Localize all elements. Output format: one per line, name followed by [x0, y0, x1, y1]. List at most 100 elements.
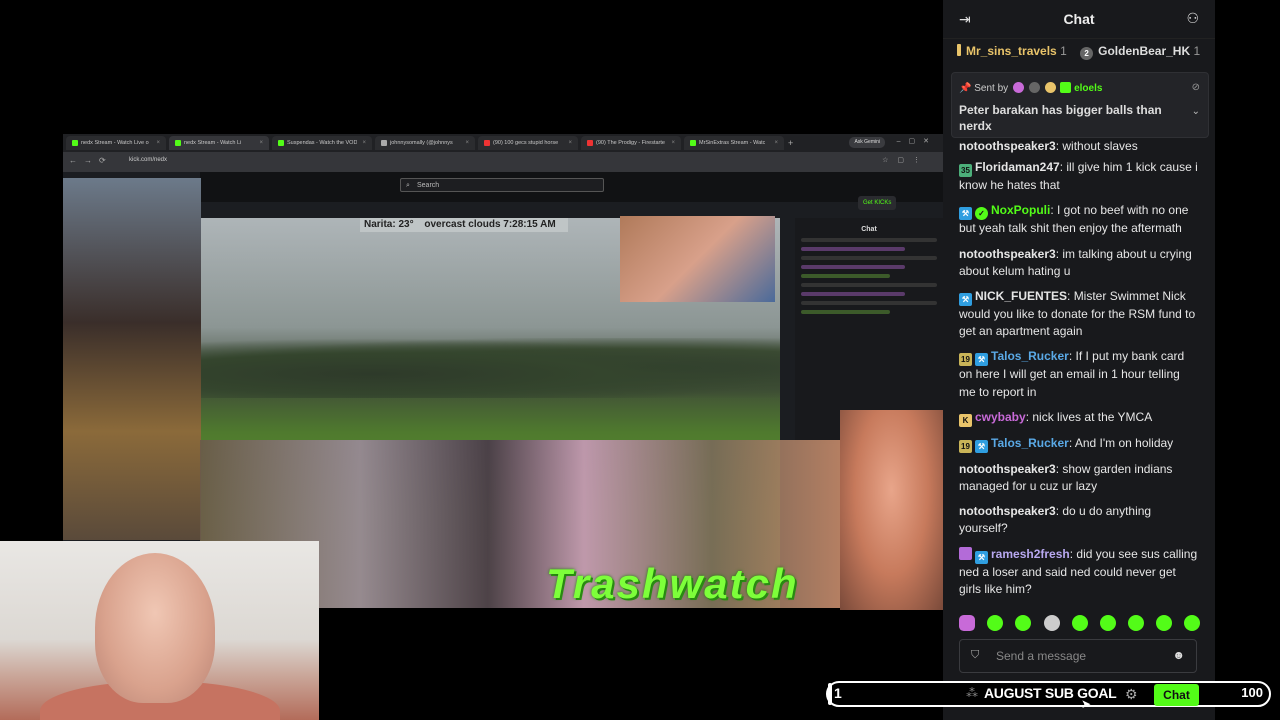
- gifter-name: GoldenBear_HK: [1098, 44, 1191, 58]
- mod-badge-icon: ⚒: [975, 353, 988, 367]
- emote-icon[interactable]: [1128, 615, 1145, 632]
- sub-badge-icon: 35: [959, 164, 972, 178]
- sub19-badge-icon: 19: [959, 353, 972, 367]
- rank-two-badge-icon: 2: [1080, 47, 1094, 60]
- ask-gemini-button[interactable]: Ask Gemini: [849, 137, 885, 148]
- mouse-cursor-icon: ➤: [1081, 697, 1092, 711]
- mod-badge-icon: ⚒: [959, 293, 972, 307]
- chat-username[interactable]: Floridaman247: [975, 160, 1060, 174]
- emote-icon[interactable]: [1099, 615, 1116, 632]
- chat-message: notoothspeaker3: without slaves: [959, 138, 1199, 155]
- browser-tab[interactable]: nedx Stream - Watch Li ×: [169, 136, 269, 150]
- chat-message-list: notoothspeaker3: without slaves 35 Florida…: [959, 138, 1199, 606]
- ver-badge-icon: ✓: [975, 207, 988, 221]
- close-tab-icon[interactable]: ×: [671, 140, 675, 146]
- emote-icon[interactable]: [987, 615, 1004, 632]
- pinned-sender-name[interactable]: eloels: [1074, 83, 1102, 94]
- embedded-chat-line: [801, 256, 937, 260]
- emote-icon[interactable]: [1015, 615, 1032, 632]
- kick-search-input[interactable]: ⌕ Search: [400, 178, 604, 192]
- pinned-message[interactable]: 📌 Sent by eloels ⊘ Peter barakan has big…: [951, 72, 1209, 138]
- embedded-chat-line: [801, 292, 905, 296]
- mod-badge-icon: ⚒: [959, 207, 972, 221]
- close-tab-icon[interactable]: ×: [568, 140, 572, 146]
- emote-icon[interactable]: [1071, 615, 1088, 632]
- chat-username[interactable]: cwybaby: [975, 410, 1026, 424]
- chat-message: ⚒ ✓ NoxPopuli: I got no beef with no one b…: [959, 202, 1199, 237]
- hide-pinned-icon[interactable]: ⊘: [1192, 82, 1200, 93]
- browser-toolbar-icons[interactable]: ☆▢⋮: [882, 156, 929, 164]
- chat-users-icon[interactable]: ⚇: [1186, 10, 1199, 27]
- browser-tab[interactable]: johnnysomally (@johnnys ×: [375, 136, 475, 150]
- emote-icon[interactable]: [959, 615, 975, 632]
- embedded-chat-line: [801, 274, 890, 278]
- paw-icon: ⁂: [966, 686, 978, 700]
- window-controls[interactable]: –▢✕: [897, 137, 937, 145]
- chat-username[interactable]: ramesh2fresh: [991, 547, 1070, 561]
- url-field[interactable]: kick.com/nedx: [129, 157, 167, 163]
- message-input[interactable]: [996, 648, 1166, 664]
- search-icon: ⌕: [406, 182, 410, 189]
- sub-goal-progress-fill: [828, 683, 832, 705]
- chat-username[interactable]: NICK_FUENTES: [975, 289, 1067, 303]
- gear-icon[interactable]: ⚙: [1125, 686, 1138, 703]
- browser-tab[interactable]: (90) 100 gecs stupid horse ×: [478, 136, 578, 150]
- username-separator: :: [1067, 289, 1074, 304]
- kick-top-bar: ⌕ Search: [200, 172, 943, 202]
- chat-username[interactable]: notoothspeaker3: [959, 504, 1056, 518]
- chat-username[interactable]: Talos_Rucker: [991, 349, 1069, 363]
- close-tab-icon[interactable]: ×: [774, 140, 778, 146]
- close-tab-icon[interactable]: ×: [259, 140, 263, 146]
- gifter-entry[interactable]: 2 GoldenBear_HK 1: [1080, 44, 1200, 60]
- x-favicon-icon: [381, 140, 387, 146]
- leader-bar-icon: [957, 44, 961, 56]
- browser-tab[interactable]: nedx Stream - Watch Live o ×: [66, 136, 166, 150]
- chat-message-text: without slaves: [1062, 139, 1138, 153]
- chat-username[interactable]: notoothspeaker3: [959, 139, 1056, 153]
- chat-username[interactable]: notoothspeaker3: [959, 462, 1056, 476]
- browser-tab-label: (90) The Prodigy - Firestarte: [596, 140, 665, 146]
- chat-username[interactable]: Talos_Rucker: [991, 436, 1069, 450]
- embedded-chat-line: [801, 310, 890, 314]
- send-chat-button[interactable]: Chat: [1154, 684, 1199, 706]
- gifter-entry[interactable]: Mr_sins_travels 1: [957, 44, 1067, 58]
- chat-message: ⚒ ramesh2fresh: did you see sus calling n…: [959, 546, 1199, 598]
- gifter-count: 1: [1193, 44, 1201, 58]
- browser-tab-label: nedx Stream - Watch Live o: [81, 140, 149, 146]
- kik-badge-icon: K: [959, 413, 972, 427]
- pinned-sender-row: 📌 Sent by eloels: [959, 82, 1102, 94]
- sub-goal-title: AUGUST SUB GOAL: [984, 685, 1117, 701]
- emote-icon[interactable]: [1043, 615, 1060, 632]
- chat-username[interactable]: notoothspeaker3: [959, 247, 1056, 261]
- chat-message: 19 ⚒ Talos_Rucker: If I put my bank card o…: [959, 348, 1199, 400]
- webcam-person: [95, 553, 215, 703]
- emoji-picker-icon[interactable]: ☻: [1172, 648, 1185, 662]
- embedded-chat-line: [801, 247, 905, 251]
- chat-title: Chat: [1063, 11, 1095, 27]
- pinned-message-text: Peter barakan has bigger balls than nerd…: [959, 103, 1162, 133]
- close-tab-icon[interactable]: ×: [465, 140, 469, 146]
- sub-goal-bar: 1 ⁂ AUGUST SUB GOAL 100: [826, 681, 1271, 707]
- emote-icon[interactable]: [1184, 615, 1201, 632]
- embedded-chat-line: [801, 283, 937, 287]
- close-tab-icon[interactable]: ×: [362, 140, 366, 146]
- browser-tab[interactable]: MrSinExtras Stream - Watc ×: [684, 136, 784, 150]
- embedded-chat-line: [801, 265, 905, 269]
- get-kicks-button[interactable]: Get KICKs: [858, 196, 897, 210]
- close-tab-icon[interactable]: ×: [156, 140, 160, 146]
- weather-overlay: Narita: 23° overcast clouds 7:28:15 AM: [360, 218, 568, 232]
- chat-panel: ⇥ Chat ⚇ Mr_sins_travels 1 2 GoldenBear_H…: [943, 0, 1215, 720]
- browser-tab-label: johnnysomally (@johnnys: [390, 140, 453, 146]
- emote-icon[interactable]: [1156, 615, 1173, 632]
- youtube-favicon-icon: [587, 140, 593, 146]
- browser-tab[interactable]: Suspendas - Watch the VOD ×: [272, 136, 372, 150]
- browser-tab[interactable]: (90) The Prodigy - Firestarte ×: [581, 136, 681, 150]
- message-input-box[interactable]: ⛉ ☻: [959, 639, 1197, 673]
- chevron-down-icon[interactable]: ⌄: [1192, 106, 1200, 117]
- badge-icon: [1028, 82, 1040, 93]
- browser-nav-buttons[interactable]: ←→⟳: [69, 156, 113, 165]
- new-tab-button[interactable]: +: [788, 138, 793, 148]
- streamer-cam-left: [63, 178, 201, 540]
- streamer-cam-inset: [620, 216, 775, 302]
- chat-username[interactable]: NoxPopuli: [991, 203, 1050, 217]
